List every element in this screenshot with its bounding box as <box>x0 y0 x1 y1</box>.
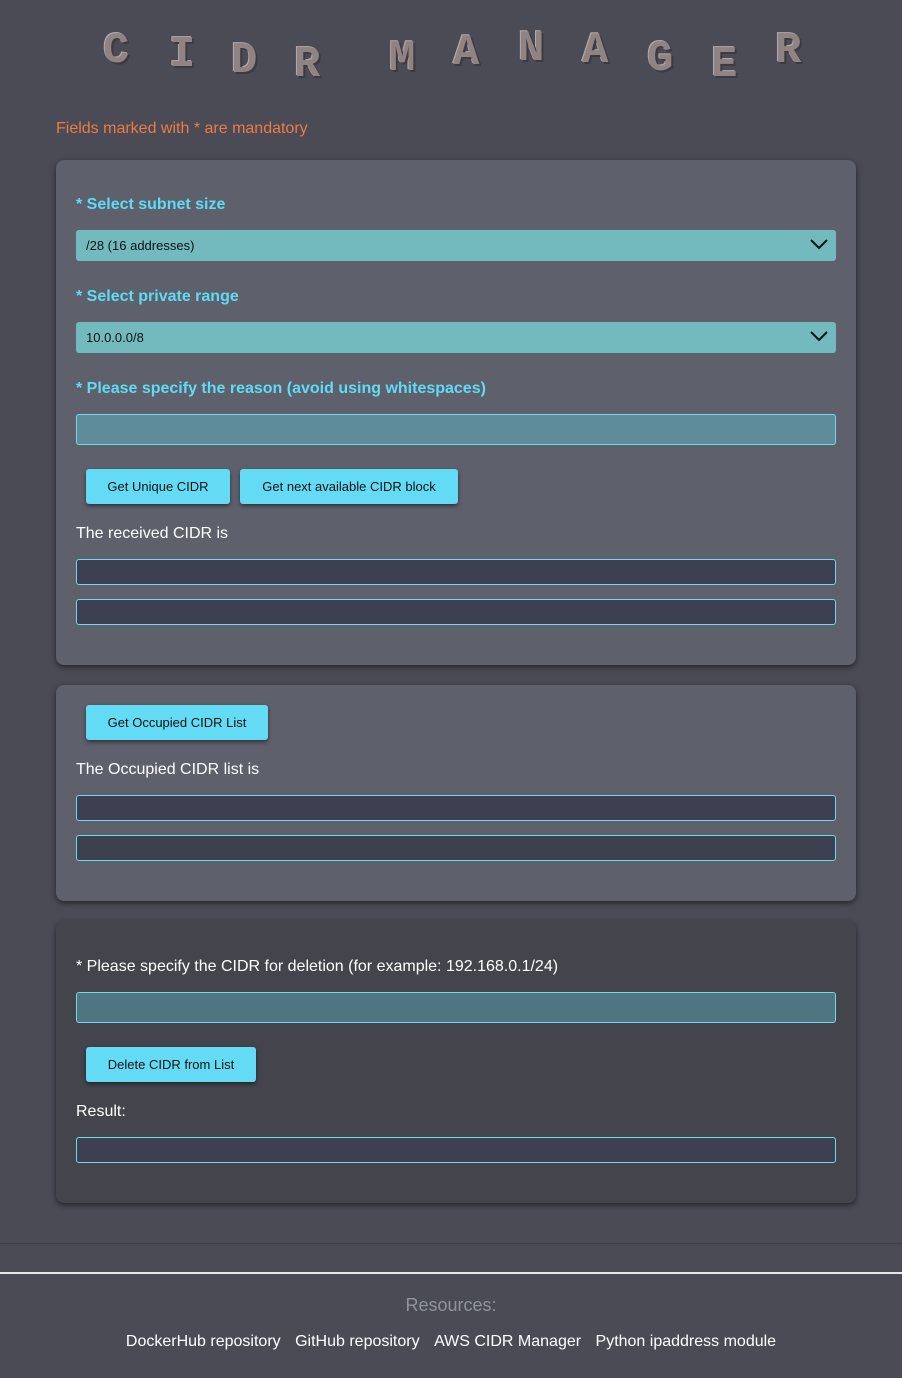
aws-cidr-manager-link[interactable]: AWS CIDR Manager <box>434 1333 581 1350</box>
delete-cidr-panel: * Please specify the CIDR for deletion (… <box>56 921 856 1203</box>
chevron-down-icon <box>810 331 828 342</box>
title-letter: N <box>518 24 545 74</box>
page-title: C I D R M A N A G E R <box>0 22 902 90</box>
reason-input[interactable] <box>76 414 836 445</box>
received-cidr-output <box>76 559 836 585</box>
delete-cidr-button[interactable]: Delete CIDR from List <box>86 1047 256 1082</box>
result-label: Result: <box>76 1103 126 1120</box>
chevron-down-icon <box>810 239 828 250</box>
received-cidr-output-2 <box>76 599 836 625</box>
occupied-cidr-panel: Get Occupied CIDR List The Occupied CIDR… <box>56 685 856 901</box>
private-range-value: 10.0.0.0/8 <box>86 330 144 345</box>
title-letter: A <box>582 26 609 76</box>
footer-divider <box>0 1272 902 1274</box>
mandatory-note: Fields marked with * are mandatory <box>56 120 308 137</box>
get-cidr-panel: * Select subnet size /28 (16 addresses) … <box>56 160 856 665</box>
get-next-cidr-button[interactable]: Get next available CIDR block <box>240 469 458 504</box>
reason-label: * Please specify the reason (avoid using… <box>76 380 486 397</box>
title-letter: A <box>453 28 480 78</box>
footer-links: DockerHub repository GitHub repository A… <box>0 1333 902 1351</box>
occupied-list-output-2 <box>76 835 836 861</box>
title-letter: C <box>103 26 130 76</box>
private-range-label: * Select private range <box>76 288 239 305</box>
result-output <box>76 1137 836 1163</box>
subnet-size-value: /28 (16 addresses) <box>86 238 195 253</box>
private-range-select[interactable]: 10.0.0.0/8 <box>76 322 836 353</box>
resources-heading: Resources: <box>405 1295 497 1315</box>
received-cidr-label: The received CIDR is <box>76 525 229 542</box>
title-letter: E <box>711 40 738 90</box>
dockerhub-link[interactable]: DockerHub repository <box>126 1333 281 1350</box>
occupied-list-label: The Occupied CIDR list is <box>76 761 260 778</box>
subnet-size-label: * Select subnet size <box>76 196 226 213</box>
delete-cidr-label: * Please specify the CIDR for deletion (… <box>76 958 559 975</box>
occupied-list-output <box>76 795 836 821</box>
title-letter: R <box>294 40 321 90</box>
title-letter: I <box>169 30 196 80</box>
subnet-size-select[interactable]: /28 (16 addresses) <box>76 230 836 261</box>
get-unique-cidr-button[interactable]: Get Unique CIDR <box>86 469 230 504</box>
title-letter: G <box>647 34 674 84</box>
python-ipaddress-link[interactable]: Python ipaddress module <box>596 1333 777 1350</box>
title-letter: R <box>775 26 802 76</box>
github-link[interactable]: GitHub repository <box>295 1333 420 1350</box>
divider <box>0 1243 902 1244</box>
title-letter: D <box>231 36 258 86</box>
get-occupied-list-button[interactable]: Get Occupied CIDR List <box>86 705 268 740</box>
delete-cidr-input[interactable] <box>76 992 836 1023</box>
title-letter: M <box>389 34 416 84</box>
